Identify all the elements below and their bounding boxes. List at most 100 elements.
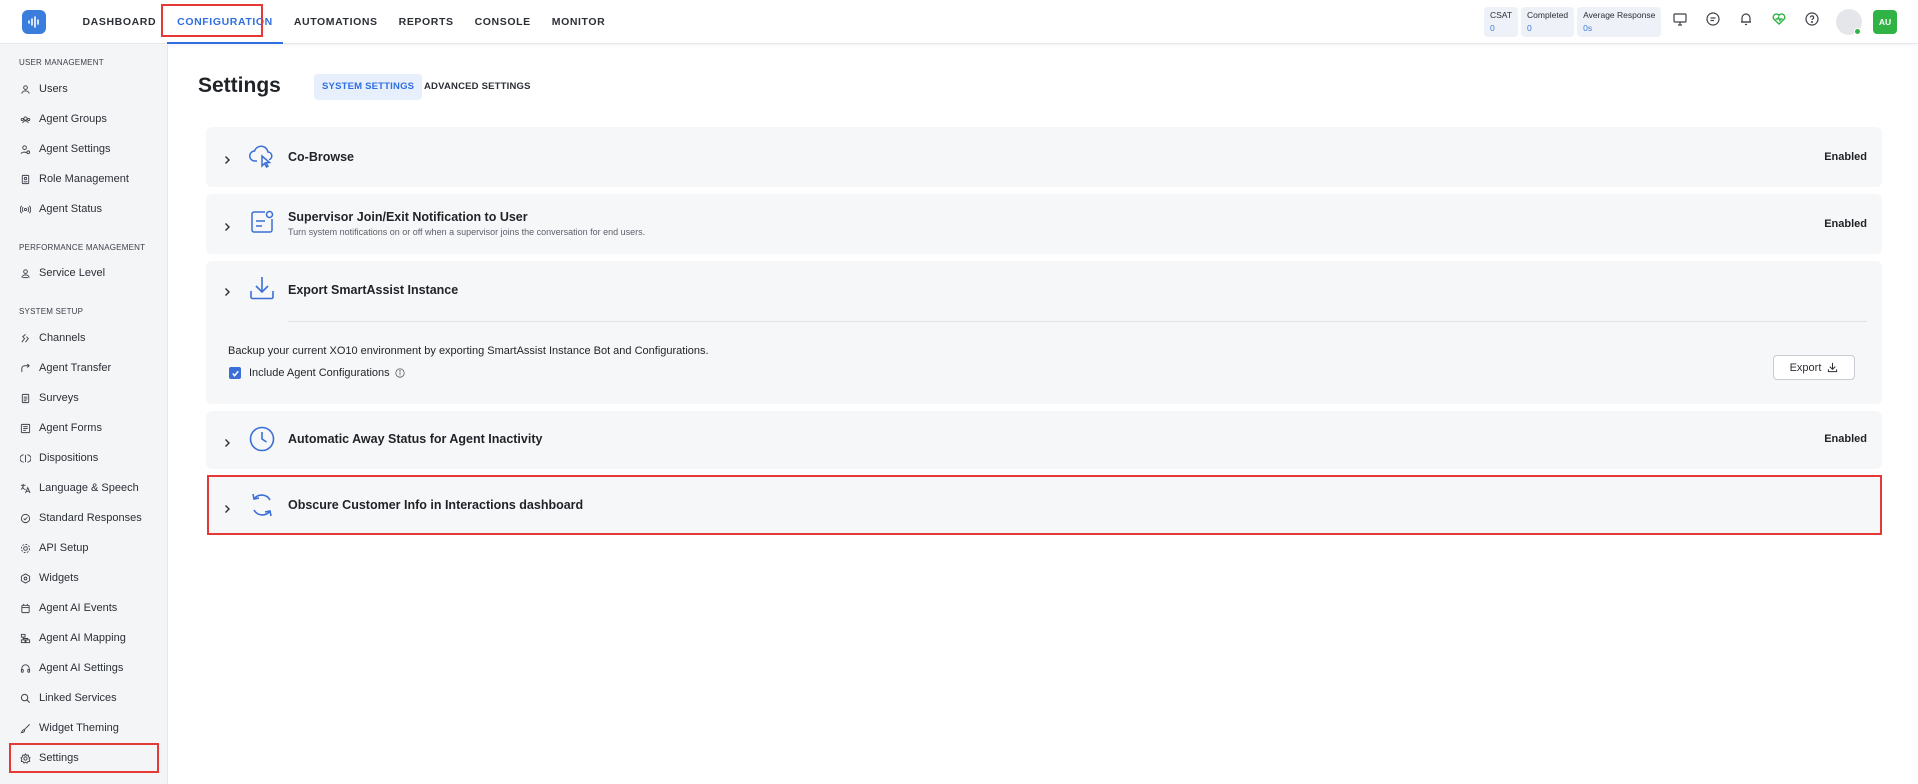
- sidebar-item-label: Language & Speech: [39, 482, 139, 494]
- sidebar-item-agent-forms[interactable]: Agent Forms: [19, 418, 102, 438]
- include-agent-configurations-checkbox[interactable]: [229, 367, 241, 379]
- sidebar-section-system-setup: SYSTEM SETUP: [19, 307, 84, 316]
- sidebar-item-label: Channels: [39, 332, 86, 344]
- metrics-bar: CSAT 0 Completed 0 Average Response 0s: [1484, 7, 1662, 37]
- page-title: Settings: [198, 74, 281, 97]
- sidebar-item-label: Widgets: [39, 572, 79, 584]
- tab-system-settings[interactable]: SYSTEM SETTINGS: [314, 74, 423, 100]
- sidebar-item-service-level[interactable]: Service Level: [19, 263, 105, 283]
- checkbox-label: Include Agent Configurations: [249, 367, 405, 379]
- sidebar-item-agent-status[interactable]: Agent Status: [19, 199, 102, 219]
- tab-advanced-settings[interactable]: ADVANCED SETTINGS: [416, 74, 539, 100]
- setting-title: Export SmartAssist Instance: [288, 283, 459, 297]
- obscure-card-highlight: [207, 475, 1882, 535]
- sidebar-item-agent-transfer[interactable]: Agent Transfer: [19, 358, 111, 378]
- ai-events-icon: [19, 602, 31, 614]
- sidebar-item-label: Linked Services: [39, 692, 117, 704]
- sidebar: USER MANAGEMENT Users Agent Groups Agent…: [0, 45, 168, 784]
- sidebar-item-label: Agent Transfer: [39, 362, 112, 374]
- role-icon: [19, 173, 31, 185]
- chevron-right-icon[interactable]: [222, 284, 232, 296]
- agent-groups-icon: [19, 113, 31, 125]
- sidebar-item-language-speech[interactable]: Language & Speech: [19, 478, 139, 498]
- chevron-right-icon[interactable]: [222, 219, 232, 231]
- channels-icon: [19, 332, 31, 344]
- setting-card-export-instance[interactable]: Export SmartAssist Instance Backup your …: [206, 261, 1882, 404]
- headset-icon: [19, 662, 31, 674]
- online-status-dot: [1854, 28, 1861, 35]
- app-logo-icon[interactable]: [22, 10, 46, 34]
- cloud-cursor-icon: [248, 141, 276, 169]
- metric-value: 0: [1490, 23, 1495, 33]
- export-button-label: Export: [1789, 361, 1822, 374]
- nav-console[interactable]: CONSOLE: [464, 0, 541, 44]
- metric-csat: CSAT 0: [1484, 7, 1519, 37]
- responses-icon: [19, 512, 31, 524]
- heart-health-icon[interactable]: [1769, 9, 1789, 29]
- setting-card-cobrowse[interactable]: Co-Browse Enabled: [206, 127, 1882, 187]
- forms-icon: [19, 422, 31, 434]
- sidebar-item-linked-services[interactable]: Linked Services: [19, 688, 117, 708]
- nav-dashboard[interactable]: DASHBOARD: [72, 0, 167, 44]
- sidebar-item-agent-ai-settings[interactable]: Agent AI Settings: [19, 658, 123, 678]
- sidebar-item-surveys[interactable]: Surveys: [19, 388, 79, 408]
- status-text: Enabled: [1824, 218, 1867, 230]
- sidebar-item-standard-responses[interactable]: Standard Responses: [19, 508, 142, 528]
- sidebar-item-label: Agent AI Events: [39, 602, 118, 614]
- sidebar-section-user-management: USER MANAGEMENT: [19, 58, 104, 67]
- sidebar-item-agent-ai-mapping[interactable]: Agent AI Mapping: [19, 628, 126, 648]
- sidebar-item-agent-ai-events[interactable]: Agent AI Events: [19, 598, 117, 618]
- notification-icon: [248, 208, 276, 236]
- metric-value: 0: [1527, 23, 1532, 33]
- nav-automations[interactable]: AUTOMATIONS: [283, 0, 388, 44]
- divider: [288, 321, 1867, 322]
- chat-icon[interactable]: [1703, 9, 1723, 29]
- download-icon: [248, 274, 276, 302]
- sidebar-item-label: Surveys: [39, 392, 79, 404]
- top-icons: [1670, 9, 1822, 29]
- chevron-right-icon[interactable]: [222, 152, 232, 164]
- chevron-right-icon[interactable]: [222, 435, 232, 447]
- metric-completed: Completed 0: [1521, 7, 1575, 37]
- surveys-icon: [19, 392, 31, 404]
- download-small-icon: [1828, 362, 1838, 373]
- sidebar-item-api-setup[interactable]: API Setup: [19, 538, 89, 558]
- setting-title: Co-Browse: [288, 150, 354, 164]
- sidebar-item-users[interactable]: Users: [19, 79, 68, 99]
- export-description: Backup your current XO10 environment by …: [228, 345, 709, 357]
- export-button[interactable]: Export: [1773, 355, 1855, 380]
- user-initials-badge[interactable]: AU: [1873, 10, 1897, 34]
- setting-subtitle: Turn system notifications on or off when…: [288, 227, 646, 237]
- sidebar-item-channels[interactable]: Channels: [19, 328, 85, 348]
- sidebar-item-role-management[interactable]: Role Management: [19, 169, 129, 189]
- info-icon[interactable]: [395, 368, 405, 378]
- sidebar-item-widget-theming[interactable]: Widget Theming: [19, 718, 119, 738]
- ai-mapping-icon: [19, 632, 31, 644]
- main-nav: DASHBOARD CONFIGURATION AUTOMATIONS REPO…: [72, 0, 616, 44]
- sidebar-item-dispositions[interactable]: Dispositions: [19, 448, 98, 468]
- sidebar-section-performance-management: PERFORMANCE MANAGEMENT: [19, 243, 146, 252]
- widgets-icon: [19, 572, 31, 584]
- checkbox-label-text: Include Agent Configurations: [249, 367, 390, 379]
- nav-monitor[interactable]: MONITOR: [541, 0, 616, 44]
- status-text: Enabled: [1824, 151, 1867, 163]
- nav-reports[interactable]: REPORTS: [388, 0, 464, 44]
- service-level-icon: [19, 267, 31, 279]
- status-icon: [19, 203, 31, 215]
- api-icon: [19, 542, 31, 554]
- monitor-icon[interactable]: [1670, 9, 1690, 29]
- bell-icon[interactable]: [1736, 9, 1756, 29]
- transfer-icon: [19, 362, 31, 374]
- setting-card-supervisor-notification[interactable]: Supervisor Join/Exit Notification to Use…: [206, 194, 1882, 254]
- sidebar-item-label: Role Management: [39, 173, 129, 185]
- sidebar-item-agent-groups[interactable]: Agent Groups: [19, 109, 107, 129]
- metric-average-response: Average Response 0s: [1577, 7, 1662, 37]
- help-icon[interactable]: [1802, 9, 1822, 29]
- sidebar-item-label: Agent AI Settings: [39, 662, 124, 674]
- sidebar-item-label: Agent Settings: [39, 143, 111, 155]
- setting-card-automatic-away[interactable]: Automatic Away Status for Agent Inactivi…: [206, 411, 1882, 469]
- sidebar-item-widgets[interactable]: Widgets: [19, 568, 79, 588]
- sidebar-item-label: Agent AI Mapping: [39, 632, 126, 644]
- sidebar-item-label: Agent Groups: [39, 113, 107, 125]
- sidebar-item-agent-settings[interactable]: Agent Settings: [19, 139, 111, 159]
